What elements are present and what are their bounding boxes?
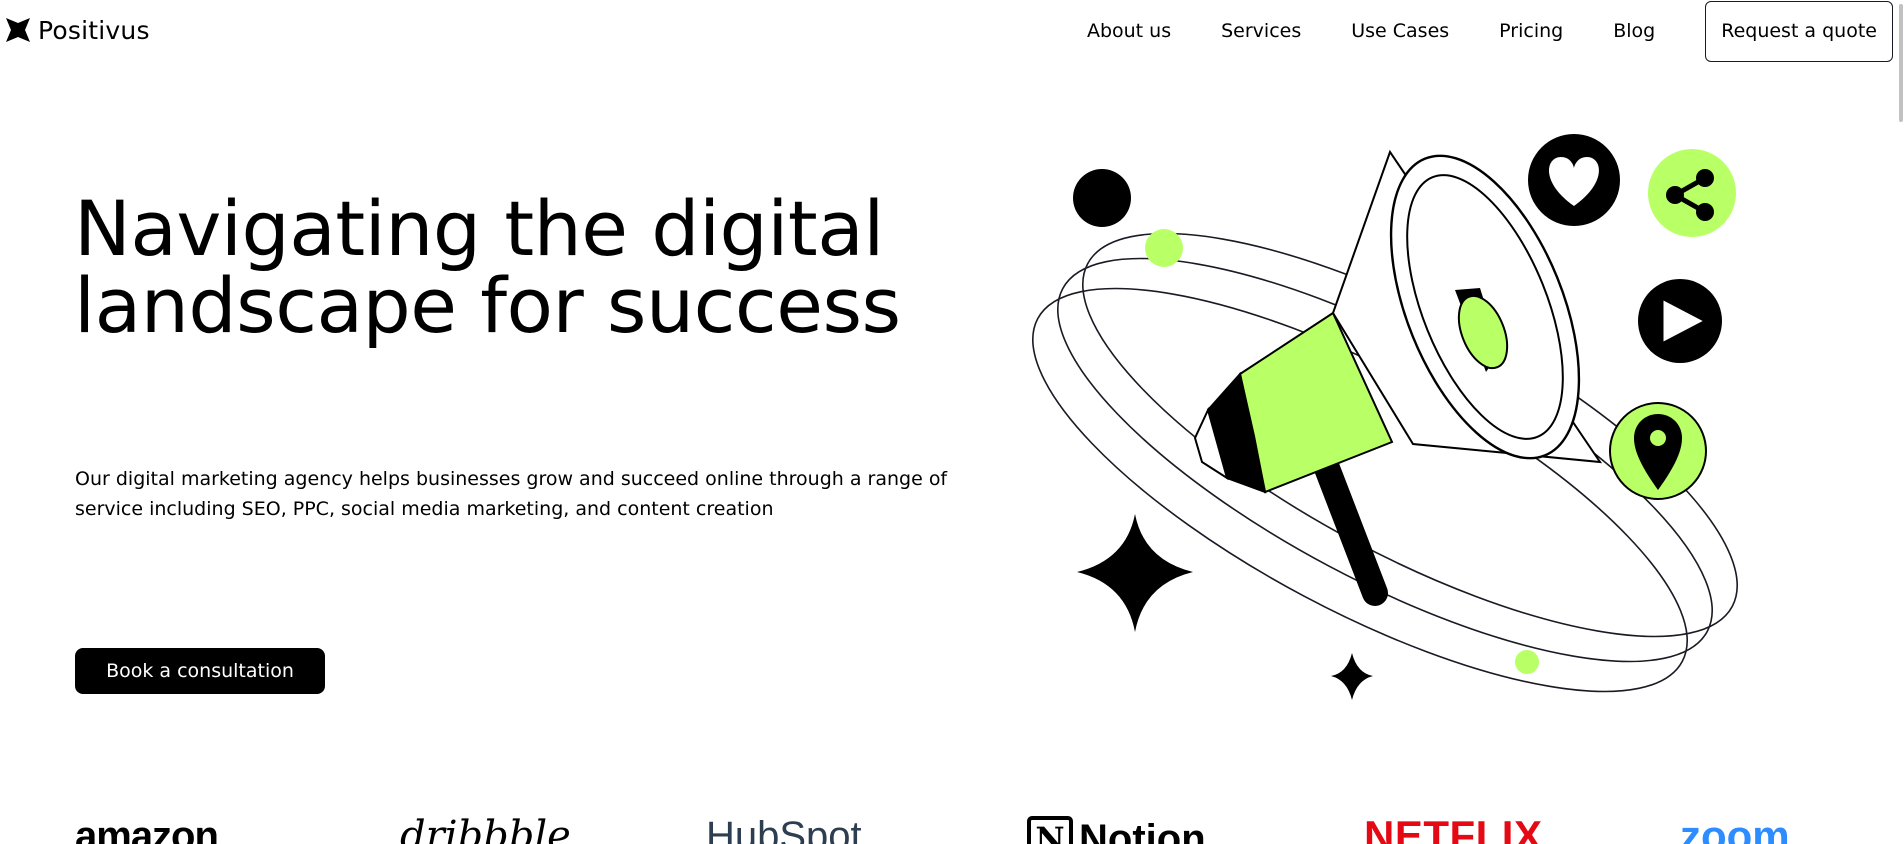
hero-title: Navigating the digital landscape for suc…	[74, 190, 954, 344]
nav-links: About us Services Use Cases Pricing Blog…	[1087, 0, 1893, 62]
notion-mark-icon: N	[1027, 816, 1073, 844]
top-navigation: Positivus About us Services Use Cases Pr…	[0, 0, 1904, 62]
small-sparkle-star-icon	[1331, 653, 1373, 700]
notion-wordmark: Notion	[1079, 817, 1206, 844]
zoom-logo: zoom	[1680, 812, 1790, 844]
hero-description-line-2: service including SEO, PPC, social media…	[75, 498, 774, 520]
black-dot-decoration	[1073, 169, 1131, 227]
nav-services[interactable]: Services	[1221, 20, 1301, 42]
dribbble-logo: dribbble	[400, 813, 571, 844]
location-pin-icon	[1609, 402, 1707, 500]
book-consultation-button[interactable]: Book a consultation	[75, 648, 325, 694]
page-scrollbar[interactable]	[1898, 0, 1904, 844]
brand-name: Positivus	[38, 15, 150, 45]
netflix-logo: NETFLIX	[1364, 812, 1543, 844]
play-icon	[1638, 279, 1722, 363]
nav-use-cases[interactable]: Use Cases	[1351, 20, 1449, 42]
green-dot-decoration	[1145, 229, 1183, 267]
nav-pricing[interactable]: Pricing	[1499, 20, 1563, 42]
client-logos: amazon dribbble HubSpot N Notion NETFLIX…	[0, 810, 1904, 844]
brand-logo[interactable]: Positivus	[6, 14, 150, 46]
hubspot-logo: HubSpot	[706, 814, 862, 844]
nav-blog[interactable]: Blog	[1613, 20, 1655, 42]
sparkle-star-icon	[1077, 514, 1193, 632]
nav-about-us[interactable]: About us	[1087, 20, 1171, 42]
hero-description: Our digital marketing agency helps busin…	[75, 464, 955, 524]
notion-logo: N Notion	[1027, 816, 1206, 844]
hero-title-line-1: Navigating the digital	[74, 184, 884, 273]
amazon-logo: amazon	[75, 814, 219, 844]
small-green-dot-decoration	[1515, 650, 1539, 674]
hero-title-line-2: landscape for success	[74, 261, 901, 350]
scrollbar-thumb[interactable]	[1899, 4, 1903, 122]
hero-description-line-1: Our digital marketing agency helps busin…	[75, 468, 948, 490]
logo-star-icon	[6, 18, 30, 42]
hero-illustration	[1032, 134, 1738, 700]
request-quote-button[interactable]: Request a quote	[1705, 0, 1893, 62]
share-icon	[1648, 149, 1736, 237]
heart-icon	[1528, 134, 1620, 226]
